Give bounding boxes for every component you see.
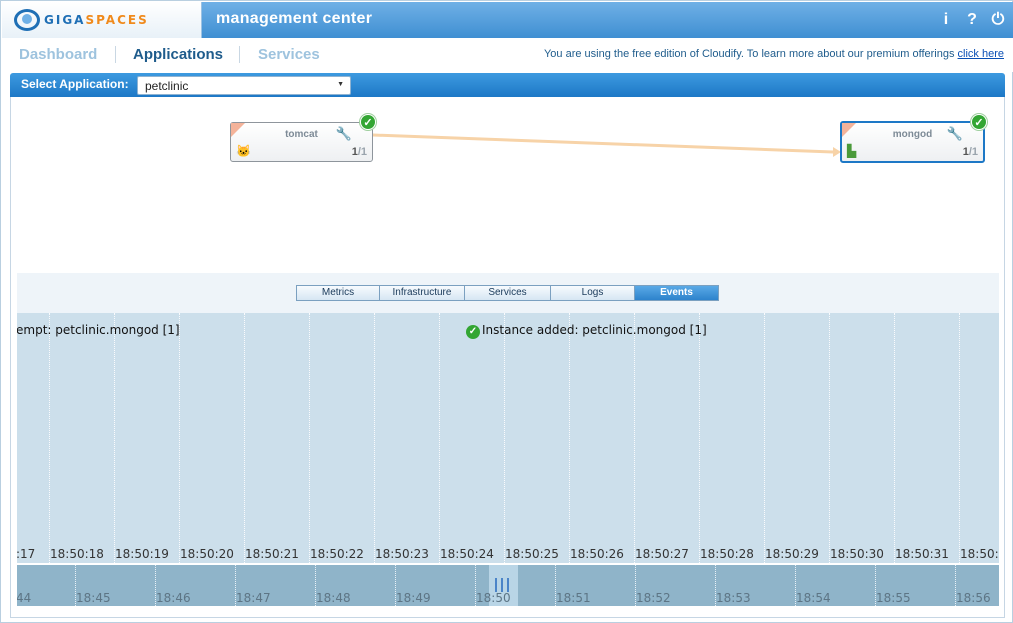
overview-tick: 18:45 [76,591,111,605]
status-ok-icon: ✓ [360,114,376,130]
check-icon: ✓ [466,325,480,339]
promo-message: You are using the free edition of Cloudi… [544,48,1004,60]
overview-tick: 18:52 [636,591,671,605]
app-title: management center [216,10,373,27]
overview-tick: 18:50 [476,591,511,605]
time-tick: 18:50:27 [635,547,689,561]
time-tick: 18:50:21 [245,547,299,561]
logo-ring-icon [14,9,40,31]
logo-giga: GIGA [44,13,86,27]
gigaspaces-logo: GIGASPACES [2,2,202,38]
instance-count: 1/1 [963,146,978,158]
tab-logs[interactable]: Logs [550,285,635,301]
status-ok-icon: ✓ [971,114,987,130]
grid-line [569,313,570,563]
overview-tick: 18:48 [316,591,351,605]
wrench-icon[interactable]: 🔧 [947,126,963,142]
total-count: /1 [357,146,367,158]
grid-line [504,313,505,563]
grid-line [829,313,830,563]
grid-line [894,313,895,563]
tab-services[interactable]: Services [258,46,320,63]
power-icon[interactable]: ⏻ [991,10,1005,30]
topology-node-tomcat[interactable]: tomcat 🔧 🐱 1/1 [230,122,373,162]
select-application-bar: Select Application: petclinic ▼ [10,73,1005,97]
grid-line [764,313,765,563]
topology-node-mongod[interactable]: mongod 🔧 ▙ 1/1 [840,121,985,163]
overview-tick: 18:53 [716,591,751,605]
promo-text: You are using the free edition of Cloudi… [543,48,958,60]
time-tick: 18:50:30 [830,547,884,561]
time-tick: 18:50:20 [180,547,234,561]
event-item[interactable]: Instance added: petclinic.mongod [1] [482,323,707,337]
time-tick: 18:50:18 [50,547,104,561]
time-tick: :17 [17,547,36,561]
drag-handle-icon[interactable] [495,578,511,592]
timeline-overview[interactable]: 44 18:45 18:46 18:47 18:48 18:49 18:50 1… [17,565,999,606]
time-tick: 18:50:3 [960,547,999,561]
time-tick: 18:50:22 [310,547,364,561]
time-tick: 18:50:23 [375,547,429,561]
header-icons: i ? ⏻ [939,10,1005,30]
time-tick: 18:50:31 [895,547,949,561]
grid-line [179,313,180,563]
help-icon[interactable]: ? [965,10,979,30]
info-icon[interactable]: i [939,10,953,30]
overview-tick: 18:55 [876,591,911,605]
grid-line [49,313,50,563]
overview-tick: 18:47 [236,591,271,605]
tab-services[interactable]: Services [464,285,551,301]
time-tick: 18:50:19 [115,547,169,561]
nav-divider [239,46,240,63]
grid-line [374,313,375,563]
time-tick: 18:50:25 [505,547,559,561]
grid-line [439,313,440,563]
time-tick: 18:50:29 [765,547,819,561]
time-tick: 18:50:28 [700,547,754,561]
overview-tick: 18:46 [156,591,191,605]
time-tick: 18:50:24 [440,547,494,561]
top-header: GIGASPACES management center i ? ⏻ [2,2,1013,38]
app-frame: GIGASPACES management center i ? ⏻ Dashb… [0,0,1013,623]
tab-infrastructure[interactable]: Infrastructure [379,285,465,301]
grid-line [634,313,635,563]
chevron-down-icon: ▼ [337,81,344,88]
application-select[interactable]: petclinic ▼ [137,76,351,95]
select-application-label: Select Application: [21,77,129,91]
tab-dashboard[interactable]: Dashboard [19,46,97,63]
tab-metrics[interactable]: Metrics [296,285,380,301]
wrench-icon[interactable]: 🔧 [336,126,352,142]
total-count: /1 [968,146,978,158]
application-content: tomcat 🔧 🐱 1/1 ✓ mongod 🔧 ▙ 1/1 ✓ Metric… [10,97,1005,618]
instance-count: 1/1 [352,146,367,158]
mongodb-leaf-icon: ▙ [847,144,857,158]
time-tick: 18:50:26 [570,547,624,561]
nav-divider [115,46,116,63]
detail-tabs: Metrics Infrastructure Services Logs Eve… [17,273,999,313]
overview-tick: 18:51 [556,591,591,605]
event-item[interactable]: empt: petclinic.mongod [1] [17,323,180,337]
tab-events[interactable]: Events [634,285,719,301]
logo-text: GIGASPACES [44,13,149,27]
overview-tick: 18:54 [796,591,831,605]
promo-link[interactable]: click here [958,48,1004,60]
grid-line [114,313,115,563]
main-nav: Dashboard Applications Services You are … [2,38,1013,72]
application-select-value: petclinic [145,79,189,93]
overview-tick: 18:56 [956,591,991,605]
events-timeline[interactable]: empt: petclinic.mongod [1] ✓ Instance ad… [17,313,999,563]
grid-line [309,313,310,563]
logo-spaces: SPACES [85,13,149,27]
grid-line [959,313,960,563]
tomcat-cat-icon: 🐱 [236,144,251,158]
grid-line [699,313,700,563]
overview-tick: 44 [17,591,32,605]
tab-applications[interactable]: Applications [133,46,223,63]
overview-tick: 18:49 [396,591,431,605]
grid-line [244,313,245,563]
